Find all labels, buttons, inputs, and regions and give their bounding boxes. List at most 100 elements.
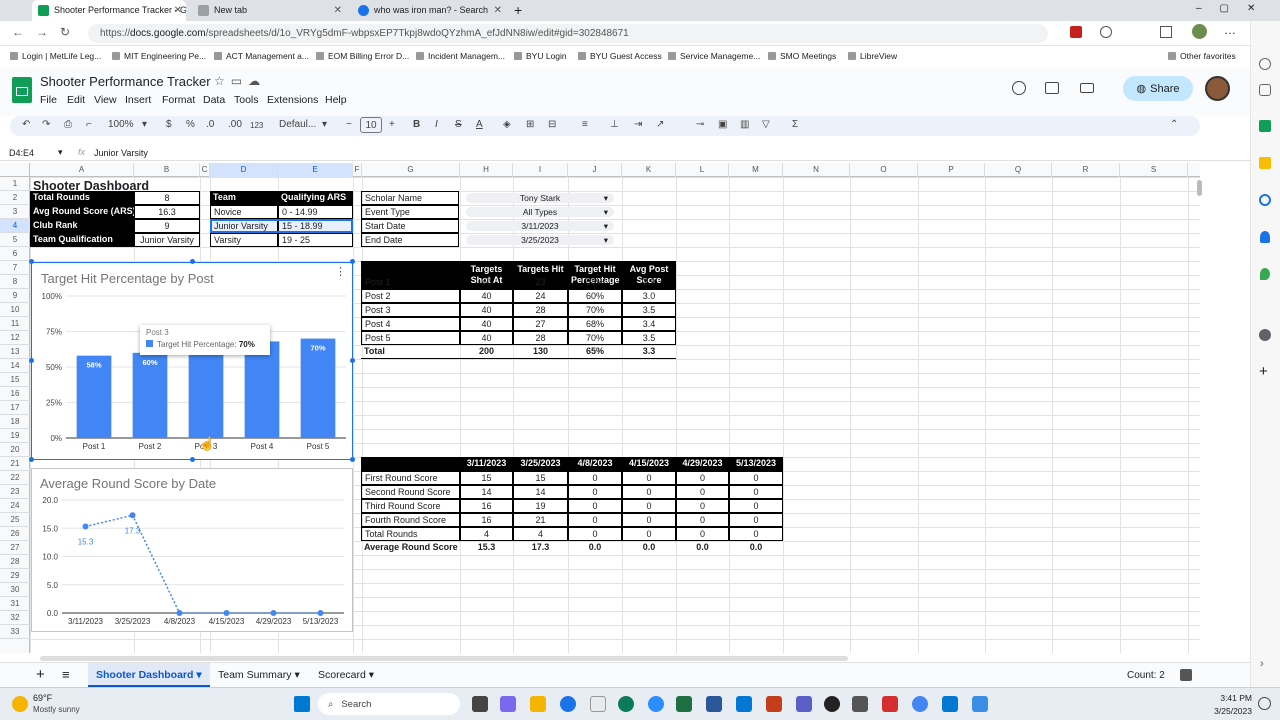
filter-label[interactable]: Event Type [361,205,459,219]
post-cell[interactable]: 40 [460,303,513,317]
summary-value[interactable]: Junior Varsity [134,233,200,247]
edge-icon[interactable] [618,696,634,712]
app-icon[interactable] [560,696,576,712]
team-range[interactable]: 19 - 25 [278,233,353,247]
resize-handle[interactable] [29,358,34,363]
post-cell[interactable]: 24 [513,289,568,303]
more-menu-icon[interactable]: … [1224,23,1236,37]
filter-dropdown[interactable]: 3/25/2023 ▾ [466,235,614,245]
round-cell[interactable]: 0 [676,513,729,527]
sheet-tab[interactable]: Team Summary ▾ [218,669,300,681]
taskbar-search[interactable]: ⌕ Search [318,693,460,715]
file-explorer-icon[interactable] [530,696,546,712]
round-cell[interactable]: 0 [729,513,783,527]
post-cell[interactable]: 58% [568,275,622,289]
explore-icon[interactable] [1180,669,1192,681]
round-cell[interactable]: 0 [676,499,729,513]
team-header[interactable]: Team [210,191,278,205]
resize-handle[interactable] [190,259,195,264]
app-icon[interactable] [824,696,840,712]
resize-handle[interactable] [350,259,355,264]
round-header[interactable]: 4/15/2023 [622,457,676,471]
post-cell[interactable]: Post 2 [361,289,460,303]
round-cell[interactable]: 15 [460,471,513,485]
round-cell[interactable]: 0 [676,527,729,541]
round-header[interactable]: 4/8/2023 [568,457,622,471]
clock-time[interactable]: 3:41 PM [1218,693,1252,703]
post-total[interactable]: 65% [568,345,622,359]
post-cell[interactable]: 3.5 [622,303,676,317]
count-summary[interactable]: Count: 2 [1127,670,1165,681]
resize-handle[interactable] [29,259,34,264]
post-cell[interactable]: Post 4 [361,317,460,331]
round-header[interactable]: 3/25/2023 [513,457,568,471]
round-cell[interactable]: Second Round Score [361,485,460,499]
post-cell[interactable]: Post 1 [361,275,460,289]
post-cell[interactable]: 40 [460,289,513,303]
summary-value[interactable]: 9 [134,219,200,233]
post-total[interactable]: 130 [513,345,568,359]
round-cell[interactable]: 16 [460,499,513,513]
sheet-tab[interactable]: Scorecard ▾ [318,669,374,681]
resize-handle[interactable] [350,358,355,363]
post-cell[interactable]: Post 5 [361,331,460,345]
round-average[interactable]: 15.3 [460,541,513,555]
chat-icon[interactable] [500,696,516,712]
round-cell[interactable]: Total Rounds [361,527,460,541]
tools-icon[interactable] [1259,84,1271,96]
app-icon[interactable] [972,696,988,712]
round-cell[interactable]: 0 [729,485,783,499]
post-cell[interactable]: 40 [460,275,513,289]
summary-value[interactable]: 8 [134,191,200,205]
round-cell[interactable]: 4 [460,527,513,541]
resize-handle[interactable] [350,457,355,462]
round-header[interactable]: 5/13/2023 [729,457,783,471]
round-cell[interactable]: 0 [622,499,676,513]
round-cell[interactable]: First Round Score [361,471,460,485]
post-cell[interactable]: 68% [568,317,622,331]
round-cell[interactable]: 0 [568,499,622,513]
summary-label[interactable]: Club Rank [30,219,134,233]
round-header[interactable]: 3/11/2023 [460,457,513,471]
post-cell[interactable]: 28 [513,303,568,317]
team-header[interactable]: Qualifying ARS [278,191,353,205]
notifications-icon[interactable] [1258,697,1271,710]
powerpoint-icon[interactable] [766,696,782,712]
filter-label[interactable]: Start Date [361,219,459,233]
round-cell[interactable]: 14 [513,485,568,499]
filter-dropdown[interactable]: 3/11/2023 ▾ [466,221,614,231]
filter-label[interactable]: End Date [361,233,459,247]
add-sheet-icon[interactable]: + [36,666,45,683]
summary-value[interactable]: 16.3 [134,205,200,219]
round-cell[interactable]: 0 [622,527,676,541]
round-cell[interactable]: 0 [622,485,676,499]
add-icon[interactable]: + [1259,363,1268,380]
team-range[interactable]: 0 - 14.99 [278,205,353,219]
post-cell[interactable]: 3.0 [622,289,676,303]
round-cell[interactable]: 4 [513,527,568,541]
zoom-icon[interactable] [648,696,664,712]
post-total[interactable]: 200 [460,345,513,359]
round-average[interactable]: 0.0 [622,541,676,555]
post-cell[interactable]: 40 [460,317,513,331]
round-cell[interactable]: Fourth Round Score [361,513,460,527]
window-controls[interactable]: –▢✕ [1196,3,1273,14]
addon-icon[interactable] [1259,329,1271,341]
round-cell[interactable]: 0 [568,527,622,541]
post-cell[interactable]: Post 3 [361,303,460,317]
round-cell[interactable]: 0 [622,513,676,527]
team-name[interactable]: Varsity [210,233,278,247]
keep-icon[interactable] [1259,157,1271,169]
post-cell[interactable]: 27 [513,317,568,331]
round-cell[interactable]: 16 [460,513,513,527]
round-average[interactable]: 0.0 [568,541,622,555]
round-average[interactable]: 0.0 [676,541,729,555]
all-sheets-menu-icon[interactable]: ≡ [62,667,70,682]
post-cell[interactable]: 70% [568,303,622,317]
account-avatar[interactable] [1205,76,1230,101]
post-cell[interactable]: 70% [568,331,622,345]
summary-label[interactable]: Avg Round Score (ARS) [30,205,134,219]
team-name[interactable]: Novice [210,205,278,219]
round-cell[interactable]: 19 [513,499,568,513]
post-cell[interactable]: 3.5 [622,331,676,345]
